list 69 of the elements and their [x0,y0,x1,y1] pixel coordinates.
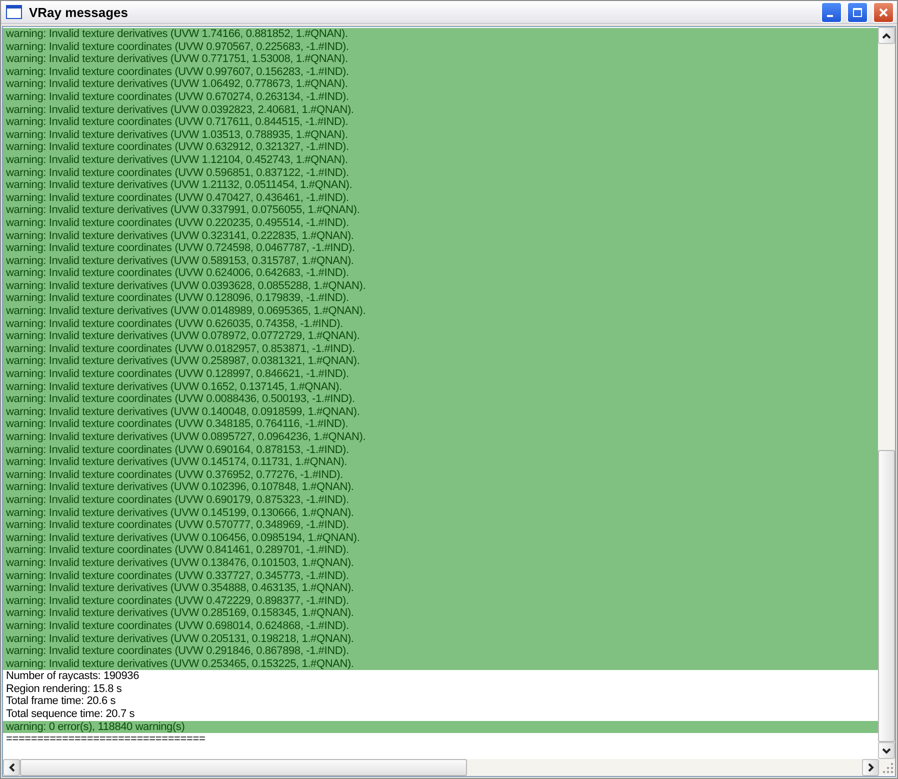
warning-message: warning: Invalid texture coordinates (UVW 0.670274, 0.263134, -1.#IND). [3,90,878,104]
scroll-thumb[interactable] [878,450,895,742]
warning-message: warning: Invalid texture derivatives (UVW 0.337991, 0.0756055, 1.#QNAN). [3,204,878,217]
warning-message: warning: Invalid texture derivatives (UVW 0.285169, 0.158345, 1.#QNAN). [3,607,878,620]
warning-message: warning: Invalid texture coordinates (UVW 0.596851, 0.837122, -1.#IND). [3,166,878,180]
warning-message: warning: Invalid texture derivatives (UVW 0.0393628, 0.0855288, 1.#QNAN). [3,280,878,292]
warning-message: warning: Invalid texture derivatives (UVW 1.21132, 0.0511454, 1.#QNAN). [3,179,878,192]
window-icon [6,5,22,19]
warning-message: warning: Invalid texture coordinates (UVW 0.0088436, 0.500193, -1.#IND). [3,393,878,406]
resize-grip-icon[interactable] [879,759,895,775]
warning-message: warning: Invalid texture coordinates (UVW 0.220235, 0.495514, -1.#IND). [3,216,878,230]
warning-message: warning: Invalid texture coordinates (UVW 0.698014, 0.624868, -1.#IND). [3,620,878,632]
warning-message: warning: Invalid texture coordinates (UVW 0.128997, 0.846621, -1.#IND). [3,368,878,381]
warning-message: warning: Invalid texture coordinates (UVW 0.717611, 0.844515, -1.#IND). [3,116,878,129]
warning-message: warning: Invalid texture coordinates (UVW 0.348185, 0.764116, -1.#IND). [3,418,878,431]
warning-message: warning: Invalid texture derivatives (UVW 0.354888, 0.463135, 1.#QNAN). [3,582,878,595]
warning-message: warning: Invalid texture coordinates (UVW 0.337727, 0.345773, -1.#IND). [3,570,878,582]
horizontal-scrollbar[interactable] [3,759,879,776]
warning-message: warning: Invalid texture derivatives (UVW 0.323141, 0.222835, 1.#QNAN). [3,230,878,242]
warning-message: warning: Invalid texture derivatives (UVW 0.106456, 0.0985194, 1.#QNAN). [3,532,878,544]
warning-message: warning: Invalid texture coordinates (UVW 0.970567, 0.225683, -1.#IND). [3,40,878,54]
close-button[interactable] [873,2,894,22]
warning-message: warning: Invalid texture derivatives (UVW 0.102396, 0.107848, 1.#QNAN). [3,481,878,494]
warning-message: warning: Invalid texture derivatives (UVW 0.0392823, 2.40681, 1.#QNAN). [3,104,878,116]
warning-message: warning: Invalid texture coordinates (UVW 0.841461, 0.289701, -1.#IND). [3,544,878,557]
warning-message: warning: Invalid texture derivatives (UVW 1.74166, 0.881852, 1.#QNAN). [3,28,878,41]
warning-message: warning: Invalid texture coordinates (UVW 0.470427, 0.436461, -1.#IND). [3,192,878,204]
warning-message: warning: Invalid texture derivatives (UVW 0.0148989, 0.0695365, 1.#QNAN). [3,305,878,318]
scroll-thumb[interactable] [20,759,467,776]
warning-message: warning: Invalid texture coordinates (UVW 0.632912, 0.321327, -1.#IND). [3,141,878,154]
warning-message: warning: Invalid texture derivatives (UVW 0.253465, 0.153225, 1.#QNAN). [3,658,878,670]
warning-message: warning: 0 error(s), 118840 warning(s) [3,720,878,734]
warning-message: warning: Invalid texture derivatives (UVW 0.258987, 0.0381321, 1.#QNAN). [3,355,878,368]
scroll-right-button[interactable] [862,759,879,776]
warning-message: warning: Invalid texture coordinates (UVW 0.997607, 0.156283, -1.#IND). [3,66,878,78]
warning-message: warning: Invalid texture derivatives (UVW 1.06492, 0.778673, 1.#QNAN). [3,78,878,91]
vertical-scrollbar[interactable] [878,27,895,759]
warning-message: warning: Invalid texture coordinates (UVW 0.128096, 0.179839, -1.#IND). [3,292,878,306]
warning-message: warning: Invalid texture derivatives (UVW 0.078972, 0.0772729, 1.#QNAN). [3,330,878,343]
warning-message: warning: Invalid texture coordinates (UVW 0.624006, 0.642683, -1.#IND). [3,267,878,280]
warning-message: warning: Invalid texture derivatives (UVW 0.145199, 0.130666, 1.#QNAN). [3,506,878,520]
warning-message: warning: Invalid texture derivatives (UVW 0.589153, 0.315787, 1.#QNAN). [3,254,878,268]
warning-message: warning: Invalid texture derivatives (UVW 0.771751, 1.53008, 1.#QNAN). [3,53,878,66]
scroll-left-button[interactable] [3,759,20,776]
warning-message: warning: Invalid texture derivatives (UVW 0.1652, 0.137145, 1.#QNAN). [3,380,878,394]
warning-message: warning: Invalid texture coordinates (UVW 0.690164, 0.878153, -1.#IND). [3,444,878,456]
warning-message: warning: Invalid texture derivatives (UVW 0.145174, 0.11731, 1.#QNAN). [3,456,878,469]
warning-message: warning: Invalid texture coordinates (UVW 0.690179, 0.875323, -1.#IND). [3,494,878,507]
warning-message: warning: Invalid texture coordinates (UVW 0.724598, 0.0467787, -1.#IND). [3,242,878,255]
warning-message: warning: Invalid texture coordinates (UVW 0.0182957, 0.853871, -1.#IND). [3,342,878,356]
warning-message: warning: Invalid texture derivatives (UVW 0.205131, 0.198218, 1.#QNAN). [3,632,878,646]
warning-message: warning: Invalid texture coordinates (UVW 0.376952, 0.77276, -1.#IND). [3,468,878,482]
warning-message: warning: Invalid texture derivatives (UVW 0.140048, 0.0918599, 1.#QNAN). [3,406,878,418]
close-icon [877,6,890,18]
warning-message: warning: Invalid texture derivatives (UVW 0.138476, 0.101503, 1.#QNAN). [3,556,878,570]
warning-message: warning: Invalid texture coordinates (UVW 0.472229, 0.898377, -1.#IND). [3,594,878,608]
maximize-button[interactable] [847,2,868,22]
window-title: VRay messages [29,4,128,20]
scroll-up-button[interactable] [878,27,895,44]
warning-message: warning: Invalid texture derivatives (UVW 0.0895727, 0.0964236, 1.#QNAN). [3,431,878,444]
scroll-down-button[interactable] [878,742,895,759]
warning-message: warning: Invalid texture coordinates (UVW 0.626035, 0.74358, -1.#IND). [3,318,878,330]
warning-message: warning: Invalid texture derivatives (UVW 1.12104, 0.452743, 1.#QNAN). [3,154,878,167]
warning-message: warning: Invalid texture derivatives (UVW 1.03513, 0.788935, 1.#QNAN). [3,128,878,142]
maximize-icon [851,6,864,18]
minimize-icon [826,15,832,17]
minimize-button[interactable] [821,2,842,22]
warning-message: warning: Invalid texture coordinates (UVW 0.291846, 0.867898, -1.#IND). [3,645,878,658]
warning-message: warning: Invalid texture coordinates (UVW 0.570777, 0.348969, -1.#IND). [3,519,878,532]
